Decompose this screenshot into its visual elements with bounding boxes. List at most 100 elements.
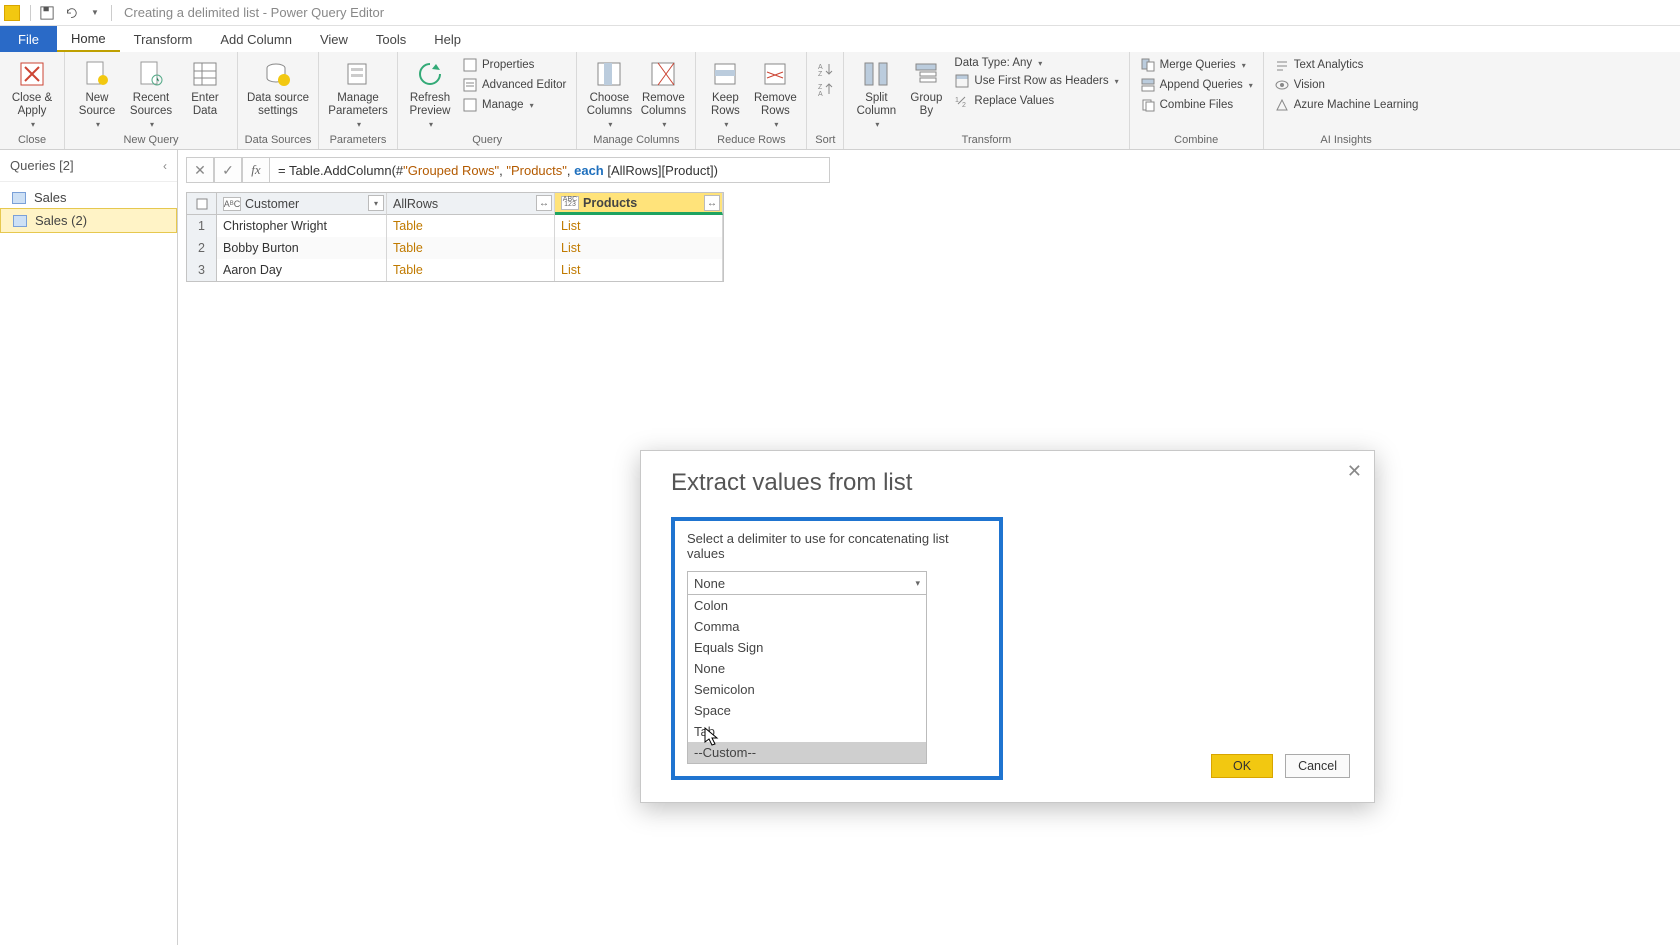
split-column-label: Split Column [857, 92, 897, 118]
filter-dropdown-icon[interactable]: ▾ [368, 195, 384, 211]
tab-help[interactable]: Help [420, 26, 475, 52]
split-column-button[interactable]: Split Column▾ [850, 54, 902, 130]
advanced-editor-button[interactable]: Advanced Editor [458, 76, 570, 94]
formula-text: , [499, 163, 506, 178]
query-item-sales[interactable]: Sales [0, 186, 177, 209]
dialog-button-row: OK Cancel [1211, 754, 1350, 778]
tab-transform[interactable]: Transform [120, 26, 207, 52]
column-header-label: Customer [245, 197, 299, 211]
collapse-pane-icon[interactable]: ‹ [163, 159, 167, 173]
new-source-button[interactable]: New Source▾ [71, 54, 123, 130]
chevron-down-icon: ▾ [915, 578, 920, 589]
sort-desc-button[interactable]: ZA [813, 80, 837, 98]
cell-customer: Aaron Day [217, 259, 387, 281]
delimiter-option-comma[interactable]: Comma [688, 616, 926, 637]
data-type-button[interactable]: Data Type: Any▾ [950, 56, 1122, 70]
formula-cancel-button[interactable]: ✕ [186, 157, 214, 183]
new-source-label: New Source [79, 92, 115, 118]
column-header-products[interactable]: ABC123 Products ↔ [555, 193, 723, 215]
recent-sources-button[interactable]: Recent Sources▾ [125, 54, 177, 130]
group-by-icon [910, 58, 942, 90]
combine-files-button[interactable]: Combine Files [1136, 96, 1257, 114]
select-all-corner[interactable] [187, 193, 217, 215]
delimiter-option-colon[interactable]: Colon [688, 595, 926, 616]
delimiter-option-equals[interactable]: Equals Sign [688, 637, 926, 658]
replace-values-icon: 12 [954, 93, 970, 109]
data-source-settings-button[interactable]: Data source settings [244, 54, 312, 118]
expand-column-icon[interactable]: ↔ [536, 195, 552, 211]
group-by-button[interactable]: Group By [904, 54, 948, 118]
qat-save-icon[interactable] [36, 2, 58, 24]
table-row[interactable]: 2 Bobby Burton Table List [187, 237, 723, 259]
choose-columns-button[interactable]: Choose Columns▾ [583, 54, 635, 130]
azure-ml-button[interactable]: Azure Machine Learning [1270, 96, 1423, 114]
formula-text: each [574, 163, 604, 178]
table-row[interactable]: 3 Aaron Day Table List [187, 259, 723, 281]
cell-products[interactable]: List [555, 215, 723, 237]
qat-dropdown-icon[interactable]: ▼ [84, 2, 106, 24]
cell-allrows[interactable]: Table [387, 259, 555, 281]
group-label-new-query: New Query [71, 132, 231, 149]
delimiter-combobox[interactable]: None ▾ [687, 571, 927, 595]
group-label-data-sources: Data Sources [244, 132, 312, 149]
column-header-customer[interactable]: ABC Customer ▾ [217, 193, 387, 215]
table-row[interactable]: 1 Christopher Wright Table List [187, 215, 723, 237]
manage-parameters-icon [342, 58, 374, 90]
first-row-headers-button[interactable]: Use First Row as Headers▾ [950, 72, 1122, 90]
properties-label: Properties [482, 59, 534, 71]
first-row-headers-label: Use First Row as Headers [974, 75, 1108, 87]
combine-files-label: Combine Files [1160, 99, 1234, 111]
tab-home[interactable]: Home [57, 26, 120, 52]
delimiter-option-space[interactable]: Space [688, 700, 926, 721]
app-icon [4, 5, 20, 21]
refresh-preview-button[interactable]: Refresh Preview▾ [404, 54, 456, 130]
close-apply-button[interactable]: Close & Apply▾ [6, 54, 58, 130]
ok-button[interactable]: OK [1211, 754, 1273, 778]
queries-header-label: Queries [2] [10, 158, 74, 173]
cancel-button[interactable]: Cancel [1285, 754, 1350, 778]
replace-values-button[interactable]: 12Replace Values [950, 92, 1122, 110]
append-queries-button[interactable]: Append Queries▾ [1136, 76, 1257, 94]
expand-column-icon[interactable]: ↔ [704, 195, 720, 211]
append-queries-label: Append Queries [1160, 79, 1243, 91]
text-analytics-button[interactable]: Text Analytics [1270, 56, 1423, 74]
cell-allrows[interactable]: Table [387, 215, 555, 237]
remove-rows-button[interactable]: Remove Rows▾ [750, 54, 800, 130]
formula-input[interactable]: = Table.AddColumn(#"Grouped Rows", "Prod… [270, 157, 830, 183]
delimiter-option-tab[interactable]: Tab [688, 721, 926, 742]
tab-add-column[interactable]: Add Column [206, 26, 306, 52]
qat-undo-icon[interactable] [60, 2, 82, 24]
data-source-settings-label: Data source settings [247, 92, 309, 118]
query-item-sales-2[interactable]: Sales (2) [0, 208, 177, 233]
delimiter-option-none[interactable]: None [688, 658, 926, 679]
merge-queries-button[interactable]: Merge Queries▾ [1136, 56, 1257, 74]
manage-button[interactable]: Manage▾ [458, 96, 570, 114]
dialog-close-button[interactable]: ✕ [1347, 461, 1362, 482]
delimiter-option-custom[interactable]: --Custom-- [688, 742, 926, 763]
tab-view[interactable]: View [306, 26, 362, 52]
cell-products[interactable]: List [555, 259, 723, 281]
group-by-label: Group By [910, 92, 942, 118]
vision-button[interactable]: Vision [1270, 76, 1423, 94]
delimiter-prompt: Select a delimiter to use for concatenat… [687, 531, 987, 561]
formula-commit-button[interactable]: ✓ [214, 157, 242, 183]
append-queries-icon [1140, 77, 1156, 93]
column-header-allrows[interactable]: AllRows ↔ [387, 193, 555, 215]
tab-tools[interactable]: Tools [362, 26, 420, 52]
cell-allrows[interactable]: Table [387, 237, 555, 259]
remove-rows-label: Remove Rows [754, 92, 797, 118]
group-label-ai: AI Insights [1270, 132, 1423, 149]
cell-products[interactable]: List [555, 237, 723, 259]
keep-rows-button[interactable]: Keep Rows▾ [702, 54, 748, 130]
remove-columns-button[interactable]: Remove Columns▾ [637, 54, 689, 130]
delimiter-option-semicolon[interactable]: Semicolon [688, 679, 926, 700]
refresh-preview-label: Refresh Preview [410, 92, 451, 118]
tab-file[interactable]: File [0, 26, 57, 52]
properties-button[interactable]: Properties [458, 56, 570, 74]
manage-parameters-button[interactable]: Manage Parameters▾ [325, 54, 391, 130]
qat-divider-2 [111, 5, 112, 21]
enter-data-button[interactable]: Enter Data [179, 54, 231, 118]
manage-icon [462, 97, 478, 113]
sort-asc-button[interactable]: AZ [813, 60, 837, 78]
formula-fx-button[interactable]: fx [242, 157, 270, 183]
